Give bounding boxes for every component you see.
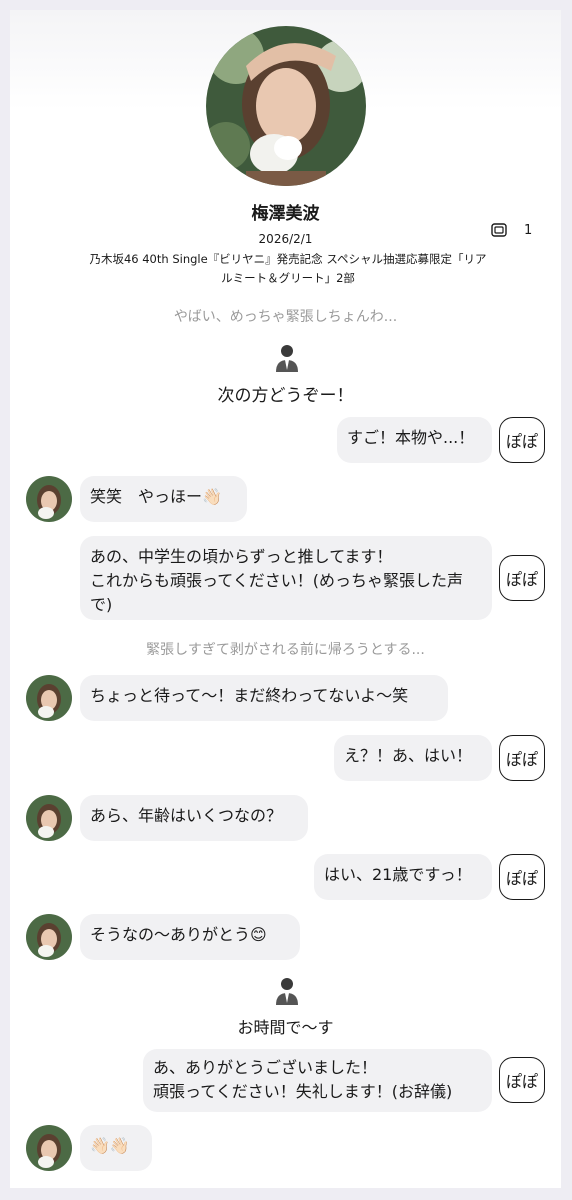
idol-message-bubble: あら、年齢はいくつなの？ [80,795,308,841]
user-avatar-button[interactable]: ぽぽ [499,555,545,601]
profile-avatar[interactable] [206,26,366,186]
user-avatar-button[interactable]: ぽぽ [499,854,545,900]
idol-avatar[interactable] [26,476,72,522]
staff-icon [276,978,298,1005]
user-message-bubble: あ、ありがとうございました！ 頑張ってください！失礼します！(お辞儀) [143,1049,492,1112]
event-title: 乃木坂46 40th Single『ビリヤニ』発売記念 スペシャル抽選応募限定「… [89,252,487,285]
user-avatar-button[interactable]: ぽぽ [499,417,545,463]
ticket-count: 1 [524,223,533,238]
user-message-bubble: はい、21歳ですっ！ [314,854,492,900]
user-message-bubble: え？！あ、はい！ [334,735,492,781]
user-message-bubble: すご！本物や...！ [337,417,492,463]
idol-message-bubble: 笑笑 やっほー👋🏻 [80,476,247,522]
event-date: 2026/2/1 [258,232,313,246]
chat-card: 梅澤美波 2026/2/1 1 乃木坂46 40th Single『ビリヤニ』発… [10,10,561,1188]
idol-avatar[interactable] [26,795,72,841]
idol-avatar[interactable] [26,914,72,960]
idol-name: 梅澤美波 [251,204,320,224]
idol-message-bubble: そうなの〜ありがとう😊 [80,914,300,960]
ticket-icon [491,223,507,237]
idol-message-bubble: ちょっと待って〜！まだ終わってないよ〜笑 [80,675,448,721]
narration: やばい、めっちゃ緊張しちょんわ... [173,309,398,325]
user-avatar-button[interactable]: ぽぽ [499,1057,545,1103]
idol-message-bubble: 👋🏻👋🏻 [80,1125,152,1171]
narration: 緊張しすぎて剥がされる前に帰ろうとする... [146,642,425,658]
idol-avatar[interactable] [26,1125,72,1171]
user-avatar-button[interactable]: ぽぽ [499,735,545,781]
staff-message: お時間で〜す [237,1018,334,1037]
staff-icon [276,345,298,372]
user-message-bubble: あの、中学生の頃からずっと推してます！ これからも頑張ってください！(めっちゃ緊… [80,536,492,620]
idol-avatar[interactable] [26,675,72,721]
staff-message: 次の方どうぞー！ [217,386,354,406]
